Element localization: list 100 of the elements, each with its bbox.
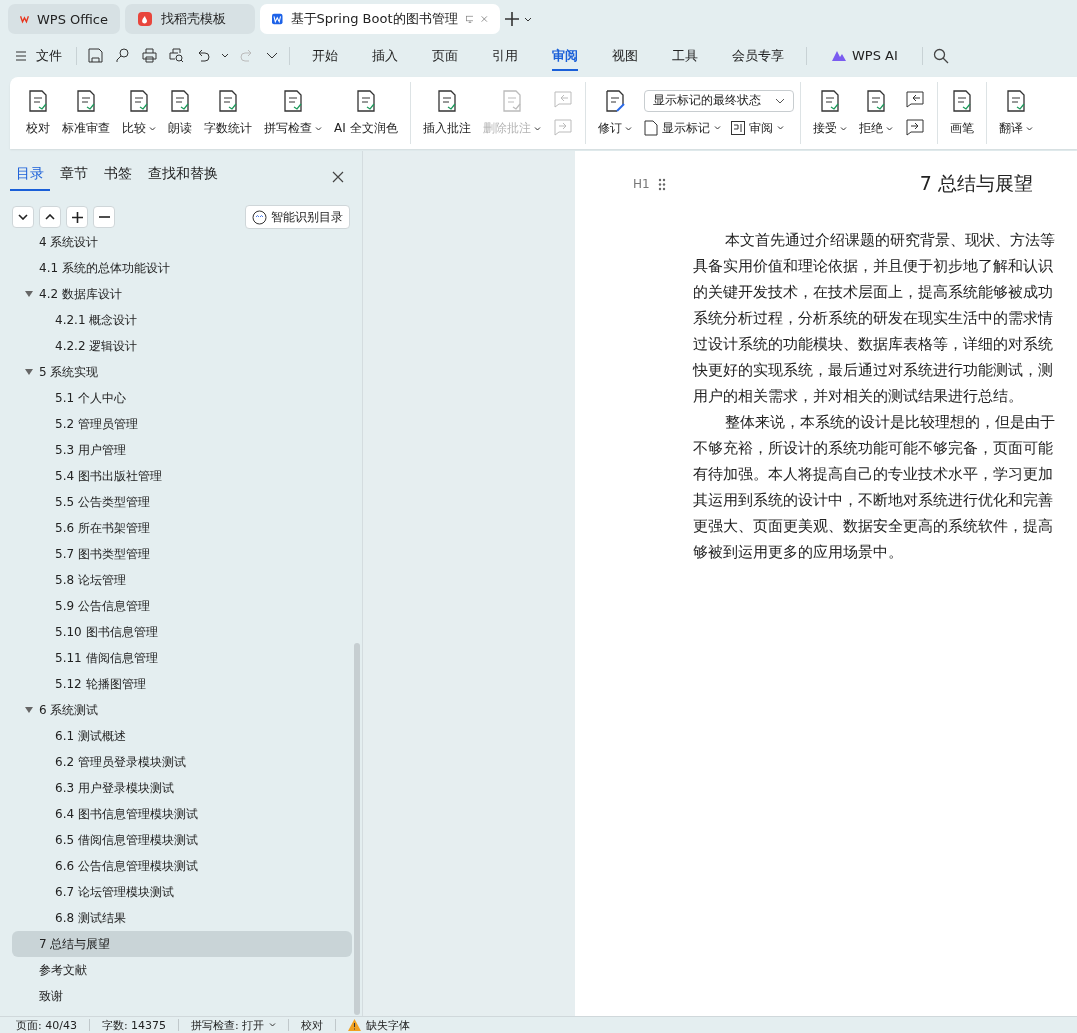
drag-handle-icon[interactable]	[657, 177, 666, 191]
tab-title: 找稻壳模板	[161, 10, 227, 28]
panel-icon	[730, 121, 745, 135]
ribbon-button[interactable]: 标准审查	[56, 85, 116, 141]
comment-next-icon[interactable]	[904, 118, 925, 136]
add-button[interactable]	[66, 206, 88, 228]
undo-icon[interactable]	[196, 48, 210, 63]
missing-font-button[interactable]: 缺失字体	[348, 1017, 411, 1033]
toc-item[interactable]: 6.2 管理员登录模块测试	[12, 749, 352, 775]
pane-tab[interactable]: 目录	[10, 163, 50, 191]
toc-item[interactable]: 6.7 论坛管理模块测试	[12, 879, 352, 905]
toc-item[interactable]: 5.7 图书类型管理	[12, 541, 352, 567]
ribbon-tab[interactable]: 引用	[480, 40, 530, 71]
toc-item[interactable]: 5.6 所在书架管理	[12, 515, 352, 541]
ribbon-tab[interactable]: 页面	[420, 40, 470, 71]
save-icon[interactable]	[88, 48, 103, 63]
ribbon-button[interactable]: 接受	[806, 85, 853, 141]
ribbon-button[interactable]: 画笔	[943, 85, 980, 141]
toc-item[interactable]: 4.2.2 逻辑设计	[12, 333, 352, 359]
ribbon-tab[interactable]: 视图	[600, 40, 650, 71]
ribbon-tab[interactable]: 会员专享	[720, 40, 796, 71]
toc-item[interactable]: 5.2 管理员管理	[12, 411, 352, 437]
toc-item[interactable]: 5.11 借阅信息管理	[12, 645, 352, 671]
comment-previous-icon[interactable]	[904, 90, 925, 108]
remove-button[interactable]	[93, 206, 115, 228]
toc-item[interactable]: 7 总结与展望	[12, 931, 352, 957]
toc-item[interactable]: 5.5 公告类型管理	[12, 489, 352, 515]
triangle-icon[interactable]	[25, 707, 33, 713]
chevron-down-icon[interactable]	[266, 52, 278, 59]
smart-toc-button[interactable]: 智能识别目录	[245, 205, 350, 229]
caret-icon[interactable]	[221, 53, 229, 58]
document-icon	[127, 89, 151, 113]
scrollbar[interactable]	[354, 643, 360, 1015]
chevron-up-icon	[45, 214, 55, 220]
toc-item[interactable]: 6.1 测试概述	[12, 723, 352, 749]
ribbon-button[interactable]: 朗读	[162, 85, 198, 141]
monitor-icon[interactable]	[465, 13, 474, 25]
print-icon[interactable]	[142, 48, 157, 63]
toc-item[interactable]: 4 系统设计	[12, 229, 352, 255]
ai-button[interactable]: WPS AI	[817, 42, 912, 69]
expand-button[interactable]	[12, 206, 34, 228]
review-pane-button[interactable]: 审阅	[730, 119, 784, 137]
toc-item[interactable]: 4.2 数据库设计	[12, 281, 352, 307]
triangle-icon[interactable]	[25, 291, 33, 297]
toc-item[interactable]: 参考文献	[12, 957, 352, 983]
ribbon-button[interactable]: 修订	[591, 85, 638, 141]
ribbon-tab[interactable]: 工具	[660, 40, 710, 71]
section-heading: 7 总结与展望	[919, 171, 1033, 196]
toc-item[interactable]: 6.3 用户登录模块测试	[12, 775, 352, 801]
ribbon-tab[interactable]: 审阅	[540, 40, 590, 71]
toc-item[interactable]: 5 系统实现	[12, 359, 352, 385]
ribbon-button[interactable]: 翻译	[992, 85, 1039, 141]
collapse-button[interactable]	[39, 206, 61, 228]
triangle-icon[interactable]	[25, 369, 33, 375]
file-menu[interactable]: 文件	[12, 46, 66, 65]
close-icon[interactable]	[332, 171, 344, 183]
print-preview-icon[interactable]	[169, 48, 184, 63]
ribbon-button[interactable]: 校对	[20, 85, 56, 141]
document-tab[interactable]: WPS Office	[8, 4, 120, 34]
add-tab-icon[interactable]	[505, 12, 519, 26]
chevron-down-icon	[18, 214, 28, 220]
toc-item[interactable]: 5.9 公告信息管理	[12, 593, 352, 619]
document-tab[interactable]: 基于Spring Boot的图书管理	[260, 4, 500, 34]
markup-dropdown[interactable]: 显示标记的最终状态	[643, 89, 794, 112]
toc-item[interactable]: 6.6 公告信息管理模块测试	[12, 853, 352, 879]
ribbon-button[interactable]: AI 全文润色	[328, 85, 404, 141]
toc-item[interactable]: 5.12 轮播图管理	[12, 671, 352, 697]
toc-item[interactable]: 5.4 图书出版社管理	[12, 463, 352, 489]
document-tab[interactable]: 找稻壳模板	[125, 4, 255, 34]
pane-tab[interactable]: 章节	[54, 163, 94, 191]
toc-item[interactable]: 致谢	[12, 983, 352, 1009]
toc-item[interactable]: 5.1 个人中心	[12, 385, 352, 411]
search-icon[interactable]	[932, 47, 949, 64]
ribbon-button[interactable]: 插入批注	[416, 85, 477, 141]
toc-item[interactable]: 6 系统测试	[12, 697, 352, 723]
show-markup-button[interactable]: 显示标记	[643, 119, 721, 137]
caret-icon	[269, 1023, 277, 1027]
ribbon-button[interactable]: 字数统计	[198, 85, 258, 141]
toc-item[interactable]: 4.1 系统的总体功能设计	[12, 255, 352, 281]
pane-tab[interactable]: 查找和替换	[142, 163, 224, 191]
text-line: 本文首先通过介绍课题的研究背景、现状、方法等	[724, 230, 1056, 251]
text-line: 整体来说，本系统的设计是比较理想的，但是由于	[724, 412, 1056, 433]
document-icon	[74, 89, 98, 113]
ribbon-button[interactable]: 拼写检查	[258, 85, 328, 141]
pane-tab[interactable]: 书签	[98, 163, 138, 191]
toc-item[interactable]: 6.4 图书信息管理模块测试	[12, 801, 352, 827]
ribbon-button[interactable]: 拒绝	[852, 85, 899, 141]
toc-item[interactable]: 6.5 借阅信息管理模块测试	[12, 827, 352, 853]
ribbon-button[interactable]: 比较	[116, 85, 162, 141]
tab-title: 基于Spring Boot的图书管理	[290, 10, 458, 28]
spell-check-menu[interactable]: 拼写检查: 打开	[191, 1017, 277, 1033]
caret-icon[interactable]	[524, 16, 532, 22]
toc-item[interactable]: 5.8 论坛管理	[12, 567, 352, 593]
toc-item[interactable]: 6.8 测试结果	[12, 905, 352, 931]
flame-logo-icon	[137, 11, 153, 27]
toc-item[interactable]: 5.3 用户管理	[12, 437, 352, 463]
ribbon-tab[interactable]: 开始	[300, 40, 350, 71]
ribbon-tab[interactable]: 插入	[360, 40, 410, 71]
toc-item[interactable]: 4.2.1 概念设计	[12, 307, 352, 333]
toc-item[interactable]: 5.10 图书信息管理	[12, 619, 352, 645]
